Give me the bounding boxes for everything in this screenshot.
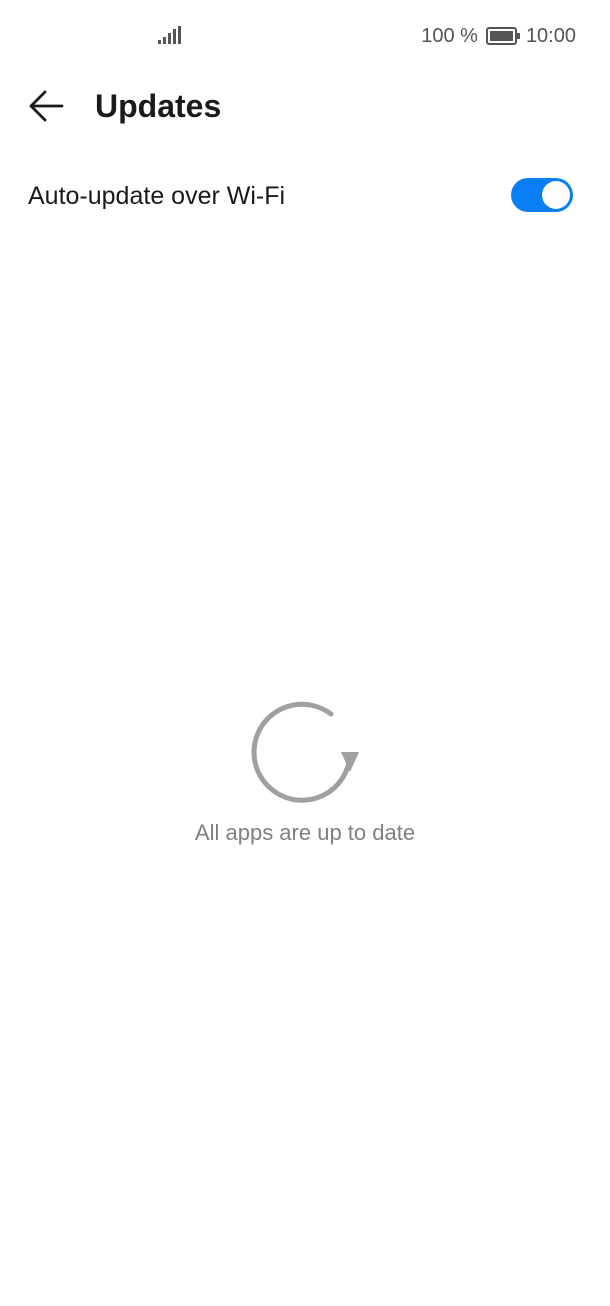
- toggle-knob: [542, 181, 570, 209]
- arrow-left-icon: [29, 90, 64, 122]
- auto-update-label: Auto-update over Wi-Fi: [28, 182, 286, 210]
- status-bar: 100 % 10:00: [0, 0, 610, 72]
- empty-state: All apps are up to date: [0, 696, 610, 848]
- status-right: 100 % 10:00: [421, 22, 576, 50]
- battery-full-icon: [485, 27, 520, 45]
- page-title: Updates: [95, 88, 222, 124]
- refresh-icon: [251, 701, 359, 803]
- status-clock: 10:00: [525, 24, 576, 47]
- up-to-date-message: All apps are up to date: [194, 820, 416, 845]
- back-button[interactable]: [20, 82, 72, 130]
- auto-update-toggle[interactable]: [511, 178, 573, 212]
- battery-percent: 100 %: [421, 24, 478, 47]
- signal-bars-icon: [158, 26, 181, 44]
- auto-update-setting-row[interactable]: Auto-update over Wi-Fi: [0, 160, 610, 232]
- app-header: Updates: [0, 72, 610, 140]
